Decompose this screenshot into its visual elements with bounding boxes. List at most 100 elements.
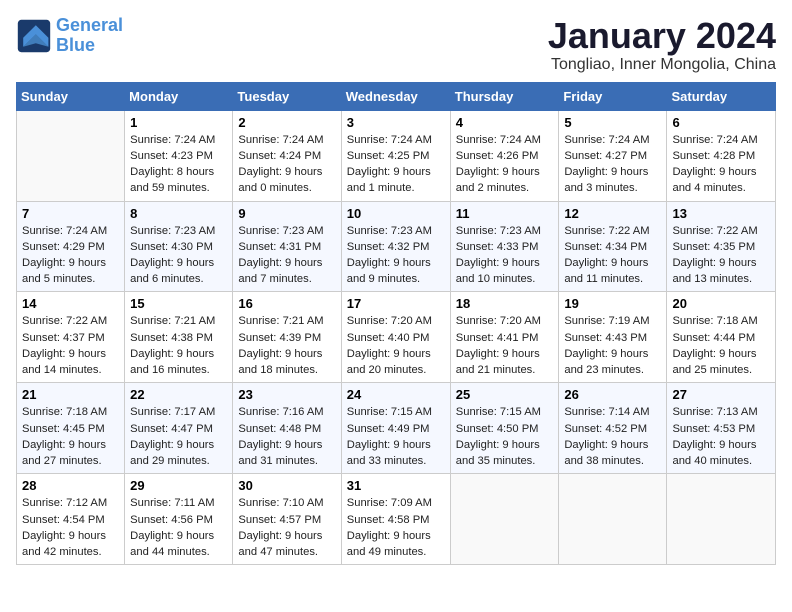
calendar-day-cell: 16 Sunrise: 7:21 AM Sunset: 4:39 PM Dayli… [233,292,341,383]
day-info: Sunrise: 7:21 AM Sunset: 4:39 PM Dayligh… [238,313,335,378]
weekday-header-row: SundayMondayTuesdayWednesdayThursdayFrid… [17,82,776,110]
day-number: 16 [238,296,335,311]
day-info: Sunrise: 7:18 AM Sunset: 4:45 PM Dayligh… [22,404,119,469]
calendar-day-cell: 9Sunrise: 7:23 AM Sunset: 4:31 PM Daylig… [233,201,341,292]
calendar-day-cell: 30Sunrise: 7:10 AM Sunset: 4:57 PM Dayli… [233,474,341,565]
calendar-week-row: 14Sunrise: 7:22 AM Sunset: 4:37 PM Dayli… [17,292,776,383]
day-number: 3 [347,115,445,130]
day-info: Sunrise: 7:24 AM Sunset: 4:24 PM Dayligh… [238,132,335,197]
day-number: 24 [347,387,445,402]
calendar-day-cell: 31 Sunrise: 7:09 AM Sunset: 4:58 PM Dayli… [341,474,450,565]
calendar-day-cell: 23Sunrise: 7:16 AM Sunset: 4:48 PM Dayli… [233,383,341,474]
day-info: Sunrise: 7:24 AM Sunset: 4:25 PM Dayligh… [347,132,445,197]
day-info: Sunrise: 7:23 AM Sunset: 4:33 PM Dayligh… [456,223,554,288]
day-number: 28 [22,478,119,493]
calendar-day-cell: 5 Sunrise: 7:24 AM Sunset: 4:27 PM Daylig… [559,110,667,201]
logo-line1: General [56,15,123,35]
day-info: Sunrise: 7:17 AM Sunset: 4:47 PM Dayligh… [130,404,227,469]
day-info: Sunrise: 7:12 AM Sunset: 4:54 PM Dayligh… [22,495,119,560]
calendar-week-row: 21 Sunrise: 7:18 AM Sunset: 4:45 PM Dayli… [17,383,776,474]
day-number: 19 [564,296,661,311]
day-number: 31 [347,478,445,493]
calendar-day-cell: 6 Sunrise: 7:24 AM Sunset: 4:28 PM Daylig… [667,110,776,201]
calendar-day-cell: 8 Sunrise: 7:23 AM Sunset: 4:30 PM Daylig… [125,201,233,292]
day-info: Sunrise: 7:24 AM Sunset: 4:28 PM Dayligh… [672,132,770,197]
day-number: 25 [456,387,554,402]
day-number: 4 [456,115,554,130]
day-info: Sunrise: 7:24 AM Sunset: 4:23 PM Dayligh… [130,132,227,197]
calendar-day-cell [559,474,667,565]
calendar-day-cell: 4Sunrise: 7:24 AM Sunset: 4:26 PM Daylig… [450,110,559,201]
day-number: 21 [22,387,119,402]
calendar-day-cell: 2 Sunrise: 7:24 AM Sunset: 4:24 PM Daylig… [233,110,341,201]
day-info: Sunrise: 7:09 AM Sunset: 4:58 PM Dayligh… [347,495,445,560]
day-number: 12 [564,206,661,221]
calendar-day-cell: 26Sunrise: 7:14 AM Sunset: 4:52 PM Dayli… [559,383,667,474]
calendar-day-cell: 10 Sunrise: 7:23 AM Sunset: 4:32 PM Dayli… [341,201,450,292]
logo-icon [16,18,52,54]
day-info: Sunrise: 7:23 AM Sunset: 4:32 PM Dayligh… [347,223,445,288]
weekday-header-wednesday: Wednesday [341,82,450,110]
logo-text: General Blue [56,16,123,56]
day-number: 15 [130,296,227,311]
calendar-day-cell: 14Sunrise: 7:22 AM Sunset: 4:37 PM Dayli… [17,292,125,383]
calendar-day-cell: 29Sunrise: 7:11 AM Sunset: 4:56 PM Dayli… [125,474,233,565]
calendar-day-cell: 19 Sunrise: 7:19 AM Sunset: 4:43 PM Dayli… [559,292,667,383]
calendar-day-cell: 1 Sunrise: 7:24 AM Sunset: 4:23 PM Daylig… [125,110,233,201]
weekday-header-monday: Monday [125,82,233,110]
calendar-table: SundayMondayTuesdayWednesdayThursdayFrid… [16,82,776,566]
day-number: 26 [564,387,661,402]
day-info: Sunrise: 7:22 AM Sunset: 4:34 PM Dayligh… [564,223,661,288]
weekday-header-friday: Friday [559,82,667,110]
day-info: Sunrise: 7:10 AM Sunset: 4:57 PM Dayligh… [238,495,335,560]
day-info: Sunrise: 7:24 AM Sunset: 4:29 PM Dayligh… [22,223,119,288]
weekday-header-sunday: Sunday [17,82,125,110]
title-block: January 2024 Tongliao, Inner Mongolia, C… [548,16,776,74]
day-number: 6 [672,115,770,130]
calendar-title: January 2024 [548,16,776,56]
calendar-day-cell: 27Sunrise: 7:13 AM Sunset: 4:53 PM Dayli… [667,383,776,474]
calendar-day-cell: 21 Sunrise: 7:18 AM Sunset: 4:45 PM Dayli… [17,383,125,474]
day-number: 8 [130,206,227,221]
calendar-day-cell: 13Sunrise: 7:22 AM Sunset: 4:35 PM Dayli… [667,201,776,292]
day-info: Sunrise: 7:18 AM Sunset: 4:44 PM Dayligh… [672,313,770,378]
calendar-subtitle: Tongliao, Inner Mongolia, China [548,56,776,74]
calendar-week-row: 1 Sunrise: 7:24 AM Sunset: 4:23 PM Daylig… [17,110,776,201]
calendar-day-cell: 24 Sunrise: 7:15 AM Sunset: 4:49 PM Dayli… [341,383,450,474]
day-info: Sunrise: 7:20 AM Sunset: 4:41 PM Dayligh… [456,313,554,378]
calendar-day-cell: 18Sunrise: 7:20 AM Sunset: 4:41 PM Dayli… [450,292,559,383]
day-number: 2 [238,115,335,130]
day-info: Sunrise: 7:16 AM Sunset: 4:48 PM Dayligh… [238,404,335,469]
day-info: Sunrise: 7:24 AM Sunset: 4:27 PM Dayligh… [564,132,661,197]
calendar-day-cell: 12 Sunrise: 7:22 AM Sunset: 4:34 PM Dayli… [559,201,667,292]
logo: General Blue [16,16,123,56]
calendar-day-cell: 22Sunrise: 7:17 AM Sunset: 4:47 PM Dayli… [125,383,233,474]
day-info: Sunrise: 7:20 AM Sunset: 4:40 PM Dayligh… [347,313,445,378]
day-info: Sunrise: 7:15 AM Sunset: 4:50 PM Dayligh… [456,404,554,469]
day-number: 1 [130,115,227,130]
calendar-day-cell [17,110,125,201]
day-info: Sunrise: 7:21 AM Sunset: 4:38 PM Dayligh… [130,313,227,378]
day-number: 10 [347,206,445,221]
calendar-day-cell: 17 Sunrise: 7:20 AM Sunset: 4:40 PM Dayli… [341,292,450,383]
calendar-week-row: 28 Sunrise: 7:12 AM Sunset: 4:54 PM Dayli… [17,474,776,565]
weekday-header-tuesday: Tuesday [233,82,341,110]
day-info: Sunrise: 7:23 AM Sunset: 4:30 PM Dayligh… [130,223,227,288]
day-info: Sunrise: 7:23 AM Sunset: 4:31 PM Dayligh… [238,223,335,288]
day-info: Sunrise: 7:22 AM Sunset: 4:37 PM Dayligh… [22,313,119,378]
calendar-day-cell: 3 Sunrise: 7:24 AM Sunset: 4:25 PM Daylig… [341,110,450,201]
day-number: 20 [672,296,770,311]
day-number: 17 [347,296,445,311]
logo-line2: Blue [56,35,95,55]
weekday-header-thursday: Thursday [450,82,559,110]
day-info: Sunrise: 7:19 AM Sunset: 4:43 PM Dayligh… [564,313,661,378]
day-info: Sunrise: 7:22 AM Sunset: 4:35 PM Dayligh… [672,223,770,288]
calendar-day-cell [450,474,559,565]
day-number: 7 [22,206,119,221]
day-number: 11 [456,206,554,221]
day-number: 5 [564,115,661,130]
calendar-day-cell: 28 Sunrise: 7:12 AM Sunset: 4:54 PM Dayli… [17,474,125,565]
day-info: Sunrise: 7:15 AM Sunset: 4:49 PM Dayligh… [347,404,445,469]
calendar-day-cell: 20 Sunrise: 7:18 AM Sunset: 4:44 PM Dayli… [667,292,776,383]
weekday-header-saturday: Saturday [667,82,776,110]
